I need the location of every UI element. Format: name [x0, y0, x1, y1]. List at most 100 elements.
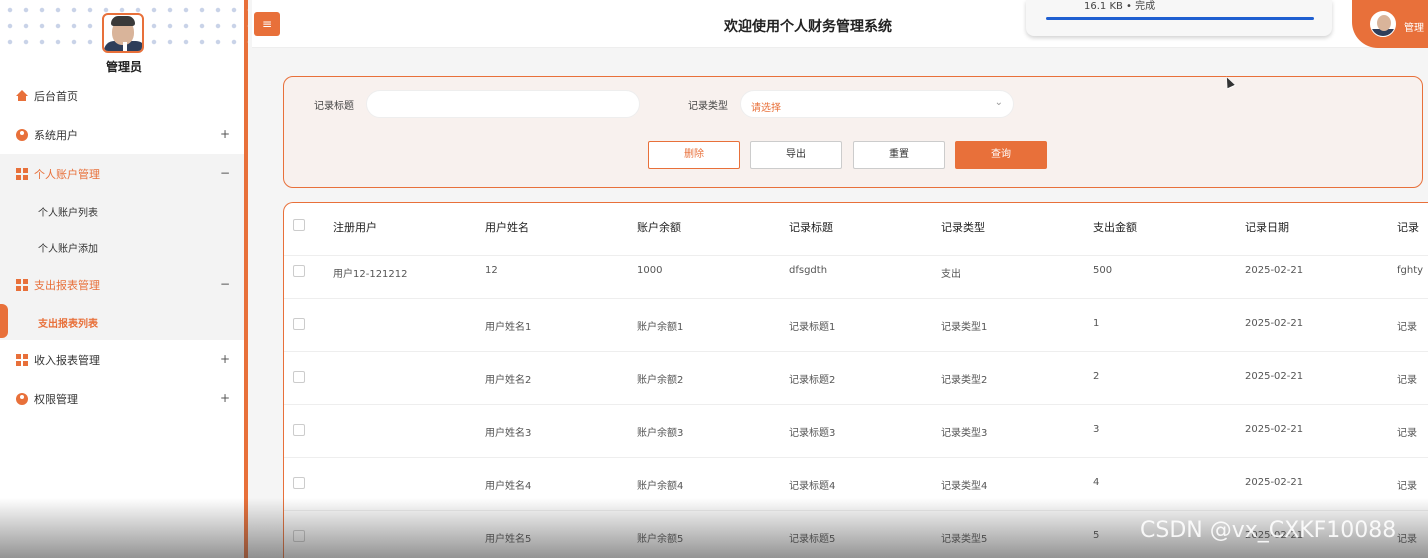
table-cell: 账户余额5: [637, 534, 684, 545]
sidebar-item-label: 收入报表管理: [34, 353, 100, 367]
submenu-personal-accounts: 个人账户列表 个人账户添加: [0, 193, 244, 265]
table-cell: 2025-02-21: [1245, 477, 1304, 488]
page-title: 欢迎使用个人财务管理系统: [724, 19, 892, 35]
sidebar-item-permissions[interactable]: 权限管理 +: [0, 379, 244, 418]
sidebar-menu: 后台首页 系统用户 + 个人账户管理 − 个人账户列表 个人账户添加 支出报表管…: [0, 76, 244, 418]
type-filter-value: 请选择: [751, 103, 781, 114]
row-checkbox[interactable]: [293, 265, 305, 277]
table-cell: 12: [485, 265, 498, 276]
admin-avatar[interactable]: [102, 13, 144, 53]
title-filter-input[interactable]: [366, 90, 640, 118]
user-label[interactable]: 管理: [1404, 19, 1424, 34]
sidebar-item-system-users[interactable]: 系统用户 +: [0, 115, 244, 154]
chevron-down-icon: ⌄: [994, 97, 1003, 108]
sidebar: 管理员 后台首页 系统用户 + 个人账户管理 − 个人账户列表 个人账户添加 支…: [0, 0, 248, 558]
table-cell: 用户姓名5: [485, 534, 532, 545]
table-cell: 1: [1093, 318, 1100, 329]
column-header[interactable]: 注册用户: [333, 219, 377, 235]
top-header: ≡ 欢迎使用个人财务管理系统 16.1 KB • 完成 管理: [252, 0, 1428, 48]
column-header[interactable]: 记录标题: [789, 219, 833, 235]
sidebar-item-personal-accounts[interactable]: 个人账户管理 −: [0, 154, 244, 193]
watermark: CSDN @vx_CXKF10088: [1140, 518, 1397, 543]
table-cell: 账户余额2: [637, 375, 684, 386]
query-button[interactable]: 查询: [955, 141, 1047, 169]
table-row[interactable]: 用户姓名4 账户余额4 记录标题4 记录类型4 4 2025-02-21 记录: [284, 458, 1428, 511]
table-cell: 记录标题3: [789, 428, 836, 439]
table-cell: 2025-02-21: [1245, 318, 1304, 329]
user-icon: [16, 128, 28, 141]
column-header[interactable]: 用户姓名: [485, 219, 529, 235]
title-filter-label: 记录标题: [314, 101, 354, 112]
sidebar-item-expense-reports[interactable]: 支出报表管理 −: [0, 265, 244, 304]
submenu-expense-reports: 支出报表列表: [0, 304, 244, 340]
table-row[interactable]: 用户姓名1 账户余额1 记录标题1 记录类型1 1 2025-02-21 记录: [284, 299, 1428, 352]
table-cell: 记录: [1397, 322, 1417, 333]
table-cell: fghty: [1397, 265, 1424, 276]
table-cell: 1000: [637, 265, 663, 276]
table-cell: 记录: [1397, 481, 1417, 492]
table-cell: 2025-02-21: [1245, 424, 1304, 435]
table-cell: 用户姓名3: [485, 428, 532, 439]
column-header[interactable]: 账户余额: [637, 219, 681, 235]
table-cell: 账户余额4: [637, 481, 684, 492]
row-checkbox[interactable]: [293, 530, 305, 542]
expand-plus-icon[interactable]: +: [220, 352, 230, 366]
hamburger-icon[interactable]: ≡: [254, 12, 280, 36]
grid-icon: [16, 278, 28, 291]
delete-button[interactable]: 删除: [648, 141, 740, 169]
table-cell: 500: [1093, 265, 1113, 276]
user-menu[interactable]: 管理: [1352, 0, 1428, 48]
export-button[interactable]: 导出: [750, 141, 842, 169]
table-cell: 2: [1093, 371, 1100, 382]
table-cell: 记录类型5: [941, 534, 988, 545]
select-all-checkbox[interactable]: [293, 219, 305, 231]
reset-button[interactable]: 重置: [853, 141, 945, 169]
row-checkbox[interactable]: [293, 424, 305, 436]
table-cell: 记录标题5: [789, 534, 836, 545]
table-row[interactable]: 用户姓名3 账户余额3 记录标题3 记录类型3 3 2025-02-21 记录: [284, 405, 1428, 458]
expand-plus-icon[interactable]: +: [220, 391, 230, 405]
type-filter-select[interactable]: 请选择 ⌄: [740, 90, 1014, 118]
download-popup[interactable]: 16.1 KB • 完成: [1026, 0, 1332, 36]
search-panel: 记录标题 记录类型 请选择 ⌄ 删除 导出 重置 查询: [283, 76, 1423, 188]
sidebar-item-label: 系统用户: [34, 128, 78, 142]
grid-icon: [16, 353, 28, 366]
sidebar-subitem-account-add[interactable]: 个人账户添加: [0, 229, 244, 265]
sidebar-item-income-reports[interactable]: 收入报表管理 +: [0, 340, 244, 379]
collapse-minus-icon[interactable]: −: [220, 277, 230, 291]
row-checkbox[interactable]: [293, 477, 305, 489]
column-header[interactable]: 记录日期: [1245, 219, 1289, 235]
table-cell: 记录类型4: [941, 481, 988, 492]
column-header[interactable]: 记录类型: [941, 219, 985, 235]
table-cell: 记录: [1397, 375, 1417, 386]
table-cell: 账户余额3: [637, 428, 684, 439]
grid-icon: [16, 167, 28, 180]
expand-plus-icon[interactable]: +: [220, 127, 230, 141]
table-cell: 3: [1093, 424, 1100, 435]
table-cell: 账户余额1: [637, 322, 684, 333]
table-cell: 用户12-121212: [333, 269, 408, 280]
table-cell: 记录类型2: [941, 375, 988, 386]
row-checkbox[interactable]: [293, 371, 305, 383]
home-icon: [16, 89, 28, 102]
row-checkbox[interactable]: [293, 318, 305, 330]
table-cell: 2025-02-21: [1245, 265, 1304, 276]
column-header[interactable]: 记录: [1397, 219, 1419, 235]
table-cell: 用户姓名1: [485, 322, 532, 333]
table-cell: 支出: [941, 269, 961, 280]
collapse-minus-icon[interactable]: −: [220, 166, 230, 180]
table-row[interactable]: 用户12-121212 12 1000 dfsgdth 支出 500 2025-02-21 f…: [284, 246, 1428, 299]
sidebar-item-label: 个人账户管理: [34, 167, 100, 181]
column-header[interactable]: 支出金额: [1093, 219, 1137, 235]
user-icon: [16, 392, 28, 405]
sidebar-subitem-account-list[interactable]: 个人账户列表: [0, 193, 244, 229]
table-cell: 2025-02-21: [1245, 371, 1304, 382]
table-row[interactable]: 用户姓名2 账户余额2 记录标题2 记录类型2 2 2025-02-21 记录: [284, 352, 1428, 405]
table-cell: 记录标题2: [789, 375, 836, 386]
avatar[interactable]: [1370, 11, 1396, 37]
admin-name: 管理员: [105, 60, 142, 74]
table-cell: 记录类型1: [941, 322, 988, 333]
sidebar-item-home[interactable]: 后台首页: [0, 76, 244, 115]
sidebar-subitem-expense-list[interactable]: 支出报表列表: [0, 304, 244, 340]
sidebar-item-label: 后台首页: [34, 89, 78, 103]
